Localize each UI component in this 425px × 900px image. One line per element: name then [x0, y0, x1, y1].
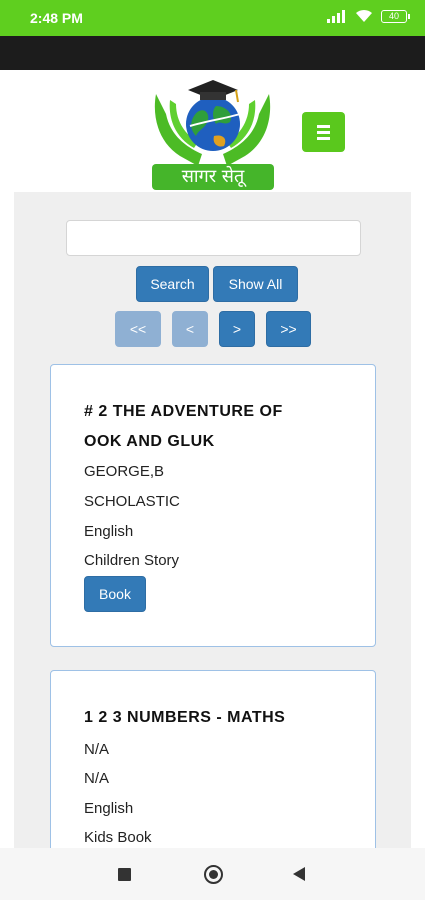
- book-title-line: OOK AND GLUK: [84, 433, 215, 450]
- sagar-setu-logo: सागर सेतू: [150, 76, 275, 192]
- book-author: GEORGE,B: [84, 463, 165, 480]
- book-category: Children Story: [84, 552, 180, 569]
- book-author: N/A: [84, 741, 110, 758]
- header: सागर सेतू: [0, 70, 425, 192]
- hamburger-icon-bar: [317, 131, 330, 134]
- status-bar: 2:48 PM 40: [0, 0, 425, 36]
- search-input[interactable]: [66, 220, 361, 256]
- book-publisher: N/A: [84, 770, 110, 787]
- book-button[interactable]: Book: [84, 576, 146, 612]
- book-language: English: [84, 800, 134, 817]
- status-icons: 40: [327, 9, 410, 23]
- book-card: # 2 THE ADVENTURE OF OOK AND GLUK GEORGE…: [50, 364, 376, 647]
- battery-icon: 40: [381, 9, 410, 23]
- status-time: 2:48 PM: [30, 10, 83, 26]
- show-all-button[interactable]: Show All: [213, 266, 298, 302]
- recent-apps-icon[interactable]: [118, 868, 131, 881]
- prev-page-button[interactable]: <: [172, 311, 208, 347]
- book-title-line: # 2 THE ADVENTURE OF: [84, 403, 283, 420]
- system-nav-bar: [0, 848, 425, 900]
- back-icon[interactable]: [293, 867, 305, 881]
- book-category: Kids Book: [84, 829, 152, 846]
- app-top-band: [0, 36, 425, 70]
- hamburger-icon-bar: [317, 137, 330, 140]
- main-panel: Search Show All << < > >> # 2 THE ADVENT…: [14, 192, 411, 900]
- logo-text: सागर सेतू: [152, 164, 274, 190]
- last-page-button[interactable]: >>: [266, 311, 311, 347]
- next-page-button[interactable]: >: [219, 311, 255, 347]
- first-page-button[interactable]: <<: [115, 311, 161, 347]
- hamburger-icon: [317, 125, 330, 128]
- wifi-icon: [356, 9, 372, 22]
- menu-button[interactable]: [302, 112, 345, 152]
- home-icon[interactable]: [204, 865, 223, 884]
- book-title: # 2 THE ADVENTURE OF OOK AND GLUK: [84, 397, 355, 457]
- book-title-line: 1 2 3 NUMBERS - MATHS: [84, 709, 286, 726]
- logo-graphic: [154, 80, 271, 166]
- search-button[interactable]: Search: [136, 266, 209, 302]
- signal-icon: [327, 9, 347, 23]
- book-title: 1 2 3 NUMBERS - MATHS: [84, 703, 355, 733]
- book-publisher: SCHOLASTIC: [84, 493, 180, 510]
- book-language: English: [84, 523, 134, 540]
